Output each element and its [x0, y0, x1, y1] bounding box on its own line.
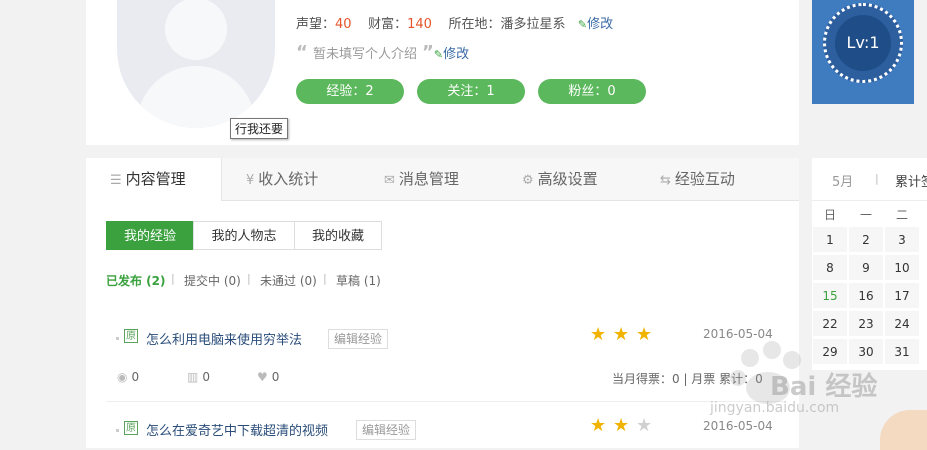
votes-count: 0: [202, 370, 210, 384]
tab-label: 内容管理: [125, 170, 186, 188]
star-icon: ★: [613, 324, 630, 345]
filter-separator: |: [247, 272, 251, 285]
calendar-weekday: 二: [895, 208, 908, 222]
likes-count: 0: [271, 370, 280, 384]
list-icon: ☰: [110, 173, 122, 188]
reputation-label: 声望：: [296, 17, 336, 32]
filter-submitting[interactable]: 提交中 (0): [184, 272, 241, 289]
following-count-pill[interactable]: 关注：1: [417, 79, 525, 104]
original-badge: 原: [124, 329, 138, 343]
pencil-icon: ✎: [577, 18, 588, 31]
intro-line: “ 暂未填写个人介绍 ”✎修改: [296, 42, 469, 63]
row-divider: [106, 401, 786, 402]
votes-metric: ▥ 0: [187, 370, 210, 384]
subtab-my-profiles[interactable]: 我的人物志: [193, 221, 295, 250]
tab-advanced-settings[interactable]: ⚙ 高级设置: [522, 158, 598, 200]
calendar-weekday: 日: [823, 208, 836, 222]
calendar-day[interactable]: 10: [884, 254, 920, 281]
tab-message-management[interactable]: ✉ 消息管理: [384, 158, 459, 200]
reputation-value: 40: [335, 17, 352, 32]
calendar-day[interactable]: 9: [848, 254, 884, 281]
pencil-icon: ✎: [433, 48, 444, 61]
star-icon: ★: [613, 415, 630, 436]
tab-label: 消息管理: [398, 170, 459, 188]
tab-income-stats[interactable]: ¥ 收入统计: [246, 158, 318, 200]
calendar-day[interactable]: 1: [812, 226, 848, 253]
watermark-url: jingyan.baidu.com: [710, 400, 840, 416]
gear-icon: ⚙: [522, 173, 534, 188]
yen-icon: ¥: [246, 173, 255, 188]
calendar-day[interactable]: 2: [848, 226, 884, 253]
calendar-weekday: 一: [859, 208, 872, 222]
star-icon: ★: [590, 324, 607, 345]
views-metric: ◉ 0: [117, 370, 139, 384]
location-label: 所在地：: [448, 17, 501, 32]
experience-count-pill[interactable]: 经验：2: [296, 79, 404, 104]
tab-label: 经验互动: [674, 170, 735, 188]
star-icon: ★: [636, 324, 653, 345]
profile-stats: 声望：40 财富：140 所在地：潘多拉星系 ✎修改: [296, 13, 613, 32]
wealth-value: 140: [407, 17, 432, 32]
subtab-my-experience[interactable]: 我的经验: [106, 221, 194, 250]
eye-icon: ◉: [117, 370, 128, 384]
edit-experience-button[interactable]: 编辑经验: [328, 329, 389, 349]
calendar-day[interactable]: 16: [848, 282, 884, 309]
filter-rejected[interactable]: 未通过 (0): [260, 272, 317, 289]
star-icon: ★: [636, 415, 653, 436]
location-value: 潘多拉星系: [500, 17, 566, 32]
swap-icon: ⇆: [660, 173, 671, 188]
original-badge: 原: [124, 421, 138, 435]
edit-location-link[interactable]: 修改: [587, 17, 613, 32]
calendar-day[interactable]: 15: [812, 282, 848, 309]
calendar-accumulate: 累计签: [895, 175, 927, 190]
edit-intro-link[interactable]: 修改: [443, 47, 469, 62]
heart-icon: ♥: [257, 370, 268, 384]
bar-chart-icon: ▥: [187, 370, 199, 384]
calendar-day[interactable]: 3: [884, 226, 920, 253]
tab-label: 收入统计: [258, 170, 319, 188]
filter-separator: |: [171, 272, 175, 285]
avatar[interactable]: [117, 0, 275, 128]
subtab-my-favorites[interactable]: 我的收藏: [294, 221, 382, 250]
edit-experience-button[interactable]: 编辑经验: [356, 420, 417, 440]
star-icon: ★: [590, 415, 607, 436]
views-count: 0: [131, 370, 140, 384]
tab-experience-interaction[interactable]: ⇆ 经验互动: [660, 158, 735, 200]
close-quote-icon: ”: [422, 42, 434, 63]
calendar-month[interactable]: 5月: [832, 171, 853, 190]
tab-label: 高级设置: [537, 170, 598, 188]
calendar-separator: |: [875, 172, 879, 185]
experience-title[interactable]: 怎么在爱奇艺中下载超清的视频: [146, 420, 328, 439]
list-bullet: [116, 429, 119, 432]
open-quote-icon: “: [296, 42, 308, 63]
level-label: Lv:1: [835, 15, 891, 71]
tooltip: 行我还要: [230, 118, 289, 139]
wealth-label: 财富：: [368, 17, 408, 32]
likes-metric: ♥ 0: [257, 370, 279, 384]
experience-title[interactable]: 怎么利用电脑来使用穷举法: [146, 329, 302, 348]
tab-content-management[interactable]: ☰ 内容管理: [86, 158, 222, 201]
list-bullet: [116, 337, 119, 340]
level-badge[interactable]: Lv:1: [812, 0, 914, 104]
followers-count-pill[interactable]: 粉丝：0: [538, 79, 646, 104]
main-panel: [86, 158, 799, 448]
filter-separator: |: [323, 272, 327, 285]
filter-draft[interactable]: 草稿 (1): [336, 272, 381, 289]
filter-published[interactable]: 已发布 (2): [106, 272, 166, 289]
calendar-day[interactable]: 17: [884, 282, 920, 309]
mail-icon: ✉: [384, 173, 395, 188]
tab-bar: ☰ 内容管理 ¥ 收入统计 ✉ 消息管理 ⚙ 高级设置 ⇆ 经验互动: [86, 158, 799, 201]
watermark-text: Bai 经验: [770, 372, 878, 402]
calendar-day[interactable]: 8: [812, 254, 848, 281]
intro-placeholder: 暂未填写个人介绍: [312, 47, 417, 62]
